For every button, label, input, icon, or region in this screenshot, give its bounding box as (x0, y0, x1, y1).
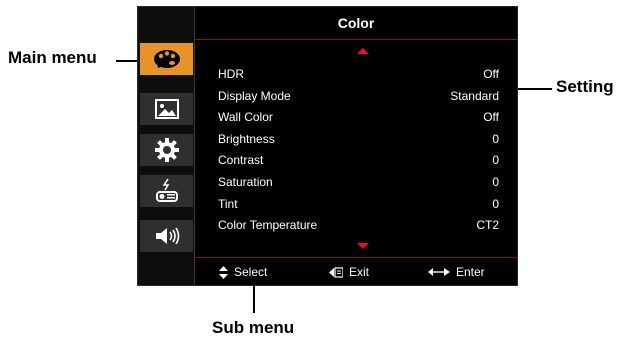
enter-arrow-icon (428, 268, 450, 276)
menu-item-value: Off (483, 67, 499, 81)
menu-item-label: HDR (218, 67, 244, 81)
menu-item-display-mode[interactable]: Display Mode Standard (218, 86, 499, 106)
main-menu-callout: Main menu (8, 48, 97, 67)
sidebar-item-color[interactable] (140, 43, 193, 75)
menu-item-contrast[interactable]: Contrast 0 (218, 150, 499, 170)
menu-title: Color (195, 7, 517, 40)
gear-icon (154, 138, 179, 162)
main-menu-sidebar (138, 7, 195, 285)
sidebar-item-management[interactable] (140, 175, 193, 207)
projector-icon (155, 178, 178, 202)
menu-item-value: Standard (450, 89, 499, 103)
osd-menu-panel: Color HDR Off Display Mode Standard Wall… (137, 6, 518, 286)
scroll-down-arrow-icon[interactable] (357, 243, 369, 249)
menu-item-label: Tint (218, 197, 238, 211)
menu-item-value: 0 (492, 175, 499, 189)
speaker-icon (155, 227, 179, 245)
menu-item-label: Saturation (218, 175, 273, 189)
enter-hint-label: Enter (456, 265, 485, 279)
picture-icon (154, 99, 179, 119)
back-menu-icon (329, 266, 343, 278)
sidebar-item-audio[interactable] (140, 220, 193, 252)
menu-item-value: Off (483, 110, 499, 124)
menu-item-label: Wall Color (218, 110, 273, 124)
menu-item-value: 0 (492, 197, 499, 211)
menu-item-value: 0 (492, 132, 499, 146)
enter-hint: Enter (428, 265, 485, 279)
menu-item-wall-color[interactable]: Wall Color Off (218, 107, 499, 127)
menu-item-value: 0 (492, 153, 499, 167)
exit-hint: Exit (329, 265, 369, 279)
menu-item-label: Display Mode (218, 89, 291, 103)
menu-item-label: Brightness (218, 132, 275, 146)
scroll-up-arrow-icon[interactable] (357, 48, 369, 54)
menu-item-label: Color Temperature (218, 218, 318, 232)
menu-item-label: Contrast (218, 153, 264, 167)
sidebar-item-settings[interactable] (140, 134, 193, 166)
palette-icon (153, 50, 180, 69)
select-hint: Select (219, 265, 267, 279)
exit-hint-label: Exit (349, 265, 370, 279)
menu-item-color-temperature[interactable]: Color Temperature CT2 (218, 215, 499, 235)
menu-item-saturation[interactable]: Saturation 0 (218, 172, 499, 192)
setting-callout: Setting (556, 77, 614, 96)
menu-item-tint[interactable]: Tint 0 (218, 194, 499, 214)
sub-menu-callout: Sub menu (212, 318, 295, 337)
hint-bar: Select Exit Enter (195, 257, 517, 287)
menu-item-value: CT2 (476, 218, 499, 232)
menu-item-brightness[interactable]: Brightness 0 (218, 129, 499, 149)
up-down-arrow-icon (219, 265, 228, 279)
sidebar-item-image[interactable] (140, 93, 193, 125)
select-hint-label: Select (234, 265, 268, 279)
menu-item-hdr[interactable]: HDR Off (218, 64, 499, 84)
